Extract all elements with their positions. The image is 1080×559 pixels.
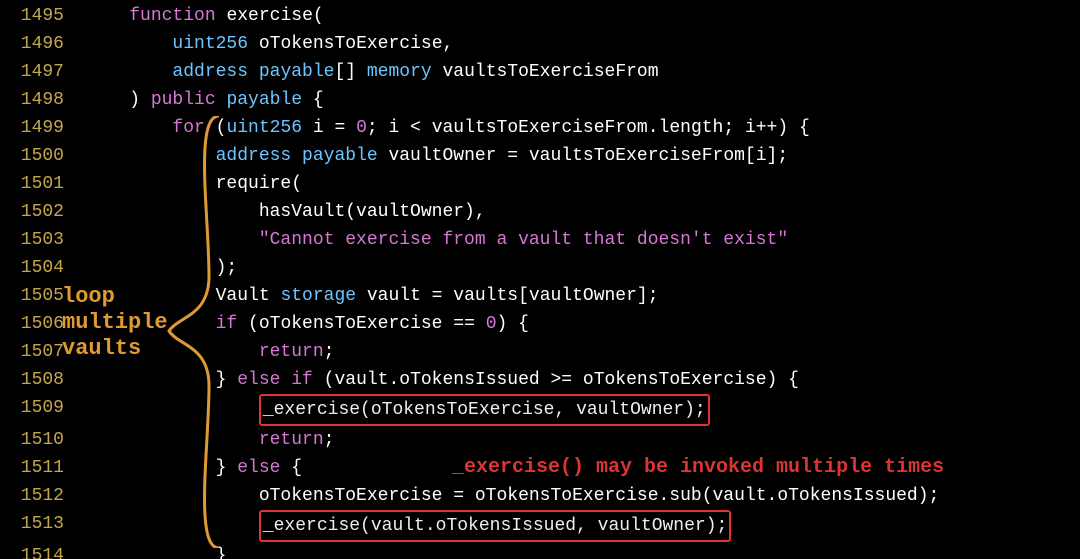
line-content: Vault storage vault = vaults[vaultOwner]… [64, 282, 659, 310]
line-content: function exercise( [64, 2, 324, 30]
code-line: 1495 function exercise( [0, 2, 1080, 30]
line-number: 1513 [0, 510, 64, 542]
line-content: oTokensToExercise = oTokensToExercise.su… [64, 482, 939, 510]
line-content: ) public payable { [64, 86, 324, 114]
line-content: address payable[] memory vaultsToExercis… [64, 58, 659, 86]
line-number: 1514 [0, 542, 64, 559]
code-line: 1497 address payable[] memory vaultsToEx… [0, 58, 1080, 86]
line-content: "Cannot exercise from a vault that doesn… [64, 226, 788, 254]
line-content: require( [64, 170, 302, 198]
code-line: 1509 _exercise(oTokensToExercise, vaultO… [0, 394, 1080, 426]
line-content: ); [64, 254, 237, 282]
line-content: hasVault(vaultOwner), [64, 198, 486, 226]
line-content: _exercise(vault.oTokensIssued, vaultOwne… [64, 510, 731, 542]
code-line: 1513 _exercise(vault.oTokensIssued, vaul… [0, 510, 1080, 542]
code-line: 1505 Vault storage vault = vaults[vaultO… [0, 282, 1080, 310]
code-line: 1499 for (uint256 i = 0; i < vaultsToExe… [0, 114, 1080, 142]
line-content: } [64, 542, 226, 559]
line-number: 1501 [0, 170, 64, 198]
line-number: 1505 [0, 282, 64, 310]
line-content: address payable vaultOwner = vaultsToExe… [64, 142, 788, 170]
code-line: 1496 uint256 oTokensToExercise, [0, 30, 1080, 58]
line-number: 1496 [0, 30, 64, 58]
code-line: 1507 return; [0, 338, 1080, 366]
code-line: 1501 require( [0, 170, 1080, 198]
annotation-vaults: vaults [62, 336, 141, 362]
line-number: 1499 [0, 114, 64, 142]
annotation-multiple: multiple [62, 310, 168, 336]
code-line: 1510 return; [0, 426, 1080, 454]
line-content: for (uint256 i = 0; i < vaultsToExercise… [64, 114, 810, 142]
line-number: 1498 [0, 86, 64, 114]
line-number: 1511 [0, 454, 64, 482]
line-content: } else if (vault.oTokensIssued >= oToken… [64, 366, 799, 394]
code-line: 1500 address payable vaultOwner = vaults… [0, 142, 1080, 170]
line-number: 1509 [0, 394, 64, 426]
code-line: 1508 } else if (vault.oTokensIssued >= o… [0, 366, 1080, 394]
line-content: return; [64, 426, 334, 454]
line-number: 1508 [0, 366, 64, 394]
line-number: 1512 [0, 482, 64, 510]
code-line: 1503 "Cannot exercise from a vault that … [0, 226, 1080, 254]
highlight-box: _exercise(vault.oTokensIssued, vaultOwne… [259, 510, 731, 542]
line-number: 1497 [0, 58, 64, 86]
line-number: 1510 [0, 426, 64, 454]
line-number: 1503 [0, 226, 64, 254]
line-number: 1500 [0, 142, 64, 170]
code-line: 1514 } [0, 542, 1080, 559]
annotation-loop: loop [62, 284, 115, 310]
line-number: 1507 [0, 338, 64, 366]
line-content: _exercise(oTokensToExercise, vaultOwner)… [64, 394, 710, 426]
line-number: 1506 [0, 310, 64, 338]
code-line: 1504 ); [0, 254, 1080, 282]
line-number: 1502 [0, 198, 64, 226]
line-content: } else { [64, 454, 302, 482]
code-line: 1512 oTokensToExercise = oTokensToExerci… [0, 482, 1080, 510]
code-line: 1502 hasVault(vaultOwner), [0, 198, 1080, 226]
line-number: 1504 [0, 254, 64, 282]
highlight-box: _exercise(oTokensToExercise, vaultOwner)… [259, 394, 710, 426]
annotation-exercise: _exercise() may be invoked multiple time… [452, 454, 944, 482]
line-number: 1495 [0, 2, 64, 30]
code-line: 1498 ) public payable { [0, 86, 1080, 114]
line-content: uint256 oTokensToExercise, [64, 30, 453, 58]
